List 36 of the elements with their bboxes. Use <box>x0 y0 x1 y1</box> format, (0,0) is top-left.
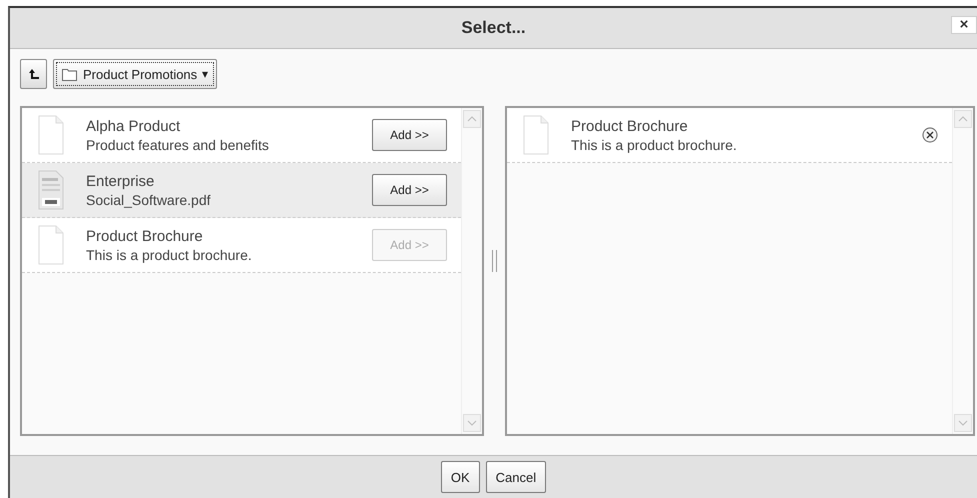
scroll-down-button[interactable] <box>954 414 972 432</box>
item-title: Product Brochure <box>86 228 204 244</box>
item-title: Product Brochure <box>571 118 689 134</box>
add-button[interactable]: Add >> <box>372 119 447 151</box>
folder-icon <box>62 68 78 80</box>
chevron-up-icon <box>467 116 477 122</box>
splitter-handle[interactable] <box>492 250 497 272</box>
chevron-down-icon <box>467 420 477 426</box>
folder-dropdown[interactable]: Product Promotions ▾ <box>53 59 218 89</box>
item-description: Social_Software.pdf <box>86 192 212 208</box>
add-button[interactable]: Add >> <box>372 174 447 206</box>
up-arrow-icon <box>28 68 40 80</box>
up-folder-button[interactable] <box>20 59 47 89</box>
document-icon <box>38 115 64 155</box>
dialog-button[interactable]: Cancel <box>486 461 546 493</box>
scroll-down-button[interactable] <box>463 414 481 432</box>
remove-icon[interactable] <box>922 127 938 143</box>
window-title: Select... <box>461 18 526 38</box>
chevron-up-icon <box>958 116 968 122</box>
item-title: Alpha Product <box>86 118 182 134</box>
caret-icon: ▾ <box>202 67 208 81</box>
item-title: Enterprise <box>86 172 156 190</box>
scroll-up-button[interactable] <box>954 110 972 128</box>
document-icon <box>38 225 64 265</box>
document-icon <box>523 115 549 155</box>
chevron-down-icon <box>958 420 968 426</box>
list-item[interactable]: Enterprise Social_Software.pdf Add >> <box>22 163 461 218</box>
item-description: This is a product brochure. <box>571 136 738 152</box>
dialog-button[interactable]: OK <box>440 461 480 493</box>
list-item[interactable]: Product Brochure This is a product brochure. <box>507 108 952 163</box>
close-button[interactable]: × <box>951 16 977 34</box>
pdf-file-icon <box>38 170 64 210</box>
item-description: This is a product brochure. <box>86 246 253 262</box>
list-item[interactable]: Alpha Product Product features and benefits Add >> <box>22 108 461 163</box>
item-description: Product features and benefits <box>86 136 270 152</box>
scroll-up-button[interactable] <box>463 110 481 128</box>
